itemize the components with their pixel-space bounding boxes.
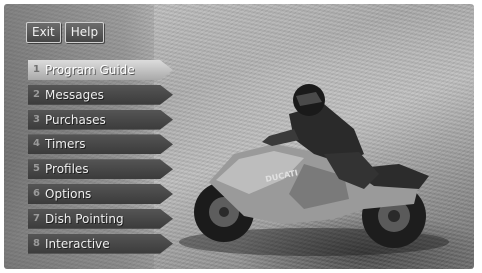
menu-number-badge: 7	[33, 212, 40, 224]
menu-item-label: Purchases	[45, 112, 106, 127]
menu-item-messages[interactable]: 2 Messages	[28, 84, 173, 105]
menu-number-badge: 8	[33, 237, 40, 249]
main-menu: 1 Program Guide 2 Messages 3 Purchases 4…	[28, 60, 173, 258]
menu-item-label: Interactive	[45, 236, 110, 251]
menu-panel: Exit Help 1 Program Guide 2 Messages 3 P…	[4, 4, 173, 269]
menu-number-badge: 1	[33, 64, 40, 75]
menu-item-purchases[interactable]: 3 Purchases	[28, 109, 173, 130]
top-button-bar: Exit Help	[26, 22, 105, 43]
menu-number-badge: 4	[33, 138, 40, 150]
help-button[interactable]: Help	[64, 22, 105, 43]
menu-number-badge: 5	[33, 163, 40, 175]
menu-item-label: Program Guide	[45, 63, 135, 77]
menu-item-label: Timers	[45, 137, 86, 152]
menu-number-badge: 3	[33, 113, 40, 125]
menu-item-interactive[interactable]: 8 Interactive	[28, 233, 173, 254]
menu-item-label: Profiles	[45, 162, 89, 177]
tv-screen: DUCATI Exit Help 1 Program Guide 2 Messa…	[4, 4, 474, 269]
menu-item-label: Options	[45, 186, 92, 201]
menu-item-program-guide[interactable]: 1 Program Guide	[28, 60, 173, 80]
menu-number-badge: 6	[33, 187, 40, 199]
menu-number-badge: 2	[33, 88, 40, 100]
exit-button[interactable]: Exit	[26, 22, 61, 43]
menu-item-profiles[interactable]: 5 Profiles	[28, 159, 173, 180]
menu-item-timers[interactable]: 4 Timers	[28, 134, 173, 155]
menu-item-options[interactable]: 6 Options	[28, 183, 173, 204]
menu-item-dish-pointing[interactable]: 7 Dish Pointing	[28, 208, 173, 229]
menu-item-label: Dish Pointing	[45, 211, 124, 226]
menu-item-label: Messages	[45, 87, 104, 102]
